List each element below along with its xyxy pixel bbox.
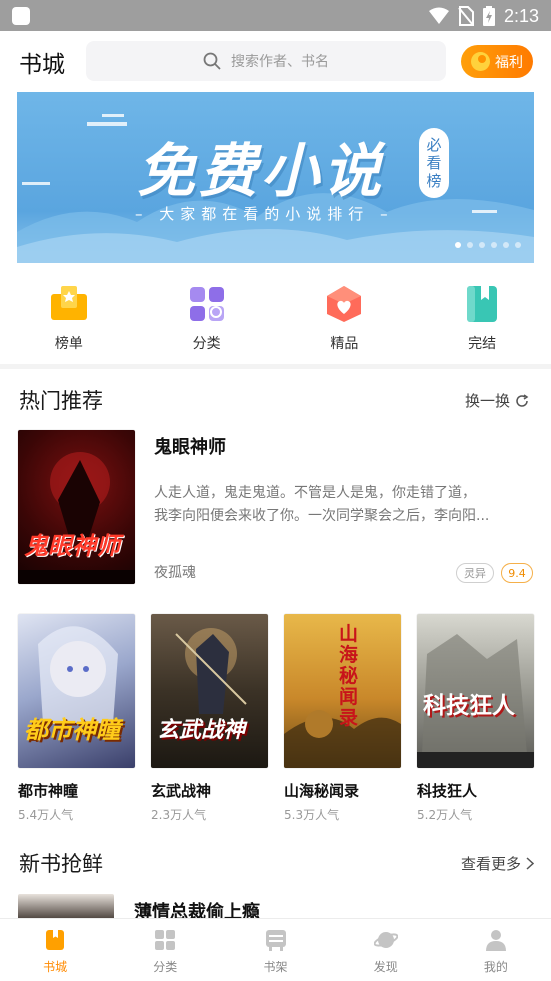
book-cover: 科技狂人 xyxy=(417,614,534,768)
tab-label: 发现 xyxy=(373,960,398,974)
search-icon xyxy=(203,52,221,70)
search-placeholder: 搜索作者、书名 xyxy=(231,54,329,70)
banner-subtitle: – 大家都在看的小说排行 – xyxy=(135,205,394,223)
book-popularity: 2.3万人气 xyxy=(151,808,207,822)
view-more-label: 查看更多 xyxy=(461,855,522,873)
carousel-dot[interactable] xyxy=(503,242,509,248)
featured-book-author: 夜孤魂 xyxy=(154,565,196,581)
new-books-section-title: 新书抢鲜 xyxy=(19,852,103,876)
book-card[interactable]: 山海秘闻录 山海秘闻录 5.3万人气 xyxy=(284,614,401,823)
book-title: 山海秘闻录 xyxy=(284,782,360,800)
quick-nav-finished[interactable]: 完结 xyxy=(413,272,551,362)
tab-label: 分类 xyxy=(153,960,178,974)
banner-subtitle-text: 大家都在看的小说排行 xyxy=(159,205,370,223)
profile-icon xyxy=(485,930,506,951)
status-bar: 2:13 xyxy=(0,0,551,31)
book-popularity: 5.2万人气 xyxy=(417,808,473,822)
page-title: 书城 xyxy=(19,52,65,78)
section-divider xyxy=(0,364,551,369)
book-cover: 都市神瞳 xyxy=(18,614,135,768)
ranking-icon xyxy=(50,286,87,320)
tab-label: 书架 xyxy=(263,960,288,974)
quick-nav-ranking[interactable]: 榜单 xyxy=(0,272,138,362)
desc-line: 人走人道，鬼走鬼道。不管是人是鬼，你走错了道， xyxy=(154,485,476,501)
tab-bookshelf[interactable]: 书架 xyxy=(220,919,330,981)
cover-title: 都市神瞳 xyxy=(24,716,120,744)
carousel-dot[interactable] xyxy=(491,242,497,248)
featured-book-cover[interactable]: 鬼眼神师 xyxy=(18,430,135,584)
book-title: 都市神瞳 xyxy=(18,782,79,800)
refresh-icon xyxy=(516,393,529,407)
badge-char: 榜 xyxy=(426,172,442,190)
cover-title: 玄武战神 xyxy=(157,718,246,743)
tab-label: 我的 xyxy=(483,960,508,974)
hot-section-title: 热门推荐 xyxy=(19,389,103,413)
refresh-label: 换一换 xyxy=(465,392,511,410)
bottom-tab-bar: 书城 分类 书架 发现 我的 xyxy=(0,918,551,981)
app-notification-icon xyxy=(12,7,30,25)
carousel-dots xyxy=(455,242,521,248)
badge-char: 必 xyxy=(426,136,442,154)
cover-title: 山海秘闻录 xyxy=(339,623,359,729)
search-input[interactable]: 搜索作者、书名 xyxy=(86,41,446,81)
book-title: 玄武战神 xyxy=(151,782,212,800)
wifi-icon xyxy=(428,7,449,24)
book-card[interactable]: 玄武战神 玄武战神 2.3万人气 xyxy=(151,614,268,823)
quick-nav-category[interactable]: 分类 xyxy=(138,272,276,362)
book-popularity: 5.3万人气 xyxy=(284,808,340,822)
banner-badge: 必 看 榜 xyxy=(419,128,449,198)
score-badge: 9.4 xyxy=(501,563,533,583)
chevron-right-icon xyxy=(526,857,535,870)
quick-nav-label: 精品 xyxy=(330,336,359,352)
book-title: 科技狂人 xyxy=(417,782,478,800)
tab-category[interactable]: 分类 xyxy=(110,919,220,981)
category-icon xyxy=(189,287,224,321)
planet-icon xyxy=(373,932,398,948)
clock: 2:13 xyxy=(503,5,539,26)
cover-title: 科技狂人 xyxy=(423,693,515,719)
book-popularity: 5.4万人气 xyxy=(18,808,74,822)
view-more-button[interactable]: 查看更多 xyxy=(461,853,535,874)
quick-nav-boutique[interactable]: 精品 xyxy=(276,272,414,362)
carousel-dot[interactable] xyxy=(455,242,461,248)
category-grid-icon xyxy=(155,930,176,950)
top-header: 书城 搜索作者、书名 福利 xyxy=(0,31,551,91)
refresh-button[interactable]: 换一换 xyxy=(465,390,529,411)
featured-book-desc: 人走人道，鬼走鬼道。不管是人是鬼，你走错了道， 我李向阳便会来收了你。一次同学聚… xyxy=(154,482,534,528)
carousel-dot[interactable] xyxy=(515,242,521,248)
bookstore-icon xyxy=(46,930,65,950)
badge-char: 看 xyxy=(426,154,442,172)
bookshelf-icon xyxy=(265,930,286,951)
cover-art xyxy=(175,628,247,714)
book-card[interactable]: 科技狂人 科技狂人 5.2万人气 xyxy=(417,614,534,823)
quick-nav-label: 分类 xyxy=(192,336,221,352)
tab-profile[interactable]: 我的 xyxy=(441,919,551,981)
cover-title: 鬼眼神师 xyxy=(24,532,120,560)
carousel-dot[interactable] xyxy=(467,242,473,248)
welfare-label: 福利 xyxy=(495,54,523,71)
banner-title: 免费小说 xyxy=(137,137,386,205)
genre-tag: 灵异 xyxy=(456,563,494,583)
no-sim-icon xyxy=(458,6,474,26)
quick-nav-label: 榜单 xyxy=(54,336,83,352)
book-card[interactable]: 都市神瞳 都市神瞳 5.4万人气 xyxy=(18,614,135,823)
carousel-dot[interactable] xyxy=(479,242,485,248)
finished-icon xyxy=(467,286,498,322)
boutique-icon xyxy=(327,286,362,322)
tab-bookstore[interactable]: 书城 xyxy=(0,919,110,981)
tab-label: 书城 xyxy=(43,960,68,974)
promo-banner[interactable]: 免费小说 必 看 榜 – 大家都在看的小说排行 – xyxy=(17,92,534,263)
featured-book-title[interactable]: 鬼眼神师 xyxy=(154,433,226,459)
tab-discover[interactable]: 发现 xyxy=(331,919,441,981)
battery-charging-icon xyxy=(482,6,495,26)
book-cover: 玄武战神 xyxy=(151,614,268,768)
coin-icon xyxy=(471,52,490,71)
quick-nav-label: 完结 xyxy=(468,336,497,352)
book-cover: 山海秘闻录 xyxy=(284,614,401,768)
quick-nav: 榜单 分类 精品 完结 xyxy=(0,272,551,362)
desc-line: 我李向阳便会来收了你。一次同学聚会之后，李向阳... xyxy=(154,508,490,524)
welfare-button[interactable]: 福利 xyxy=(461,45,533,78)
